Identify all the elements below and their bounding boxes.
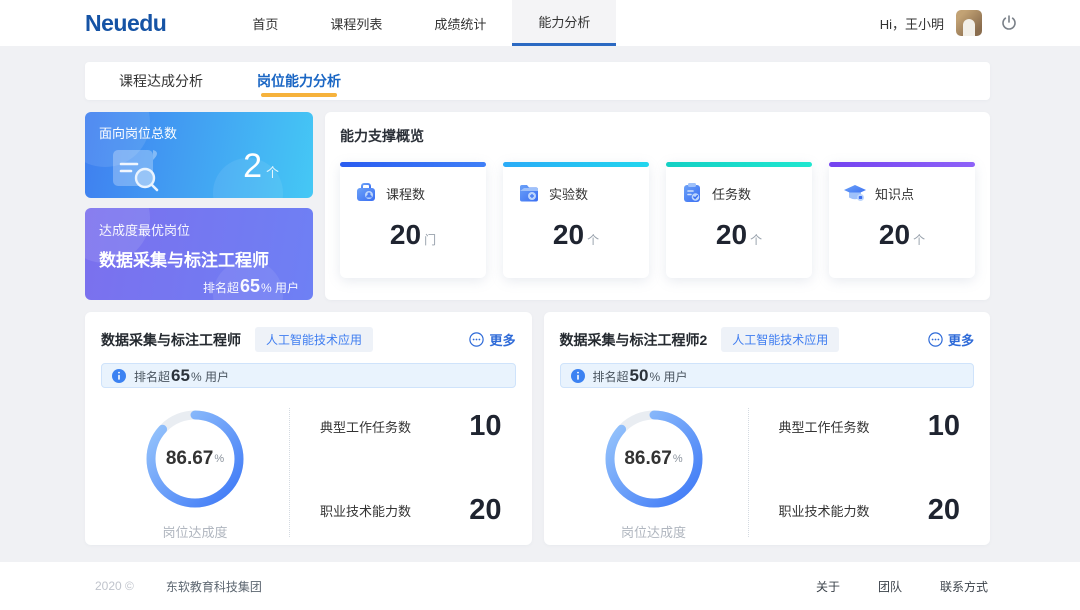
ellipsis-circle-icon <box>928 332 943 347</box>
tab-job-ability-analysis[interactable]: 岗位能力分析 <box>239 62 359 100</box>
company-name: 东软教育科技集团 <box>166 578 262 595</box>
main-nav: 首页 课程列表 成绩统计 能力分析 <box>226 0 616 46</box>
nav-item-grades[interactable]: 成绩统计 <box>408 0 512 46</box>
experiment-icon <box>517 181 541 205</box>
job-panel-2: 数据采集与标注工程师2 人工智能技术应用 更多 <box>544 312 991 545</box>
info-icon <box>112 369 126 383</box>
footer-link-team[interactable]: 团队 <box>878 578 902 595</box>
page-footer: 2020 © 东软教育科技集团 关于 团队 联系方式 <box>0 562 1080 610</box>
task-icon <box>680 181 704 205</box>
metric-row-skills: 职业技术能力数 20 <box>779 494 961 527</box>
course-icon <box>354 181 378 205</box>
best-job-card: 达成度最优岗位 数据采集与标注工程师 排名超65% 用户 <box>85 208 313 300</box>
rank-banner: 排名超50% 用户 <box>560 363 975 388</box>
achievement-label: 岗位达成度 <box>560 522 748 541</box>
jobs-total-value: 2 <box>243 147 262 185</box>
metric-row-tasks: 典型工作任务数 10 <box>320 410 502 443</box>
logout-power-icon[interactable] <box>998 12 1020 34</box>
jobs-total-title: 面向岗位总数 <box>99 123 299 142</box>
info-icon <box>571 369 585 383</box>
tab-course-analysis[interactable]: 课程达成分析 <box>101 62 221 100</box>
rank-text: 排名超50% 用户 <box>593 366 688 386</box>
nav-item-home[interactable]: 首页 <box>226 0 304 46</box>
job-title: 数据采集与标注工程师2 <box>560 330 708 350</box>
best-job-title: 达成度最优岗位 <box>99 220 299 239</box>
jobs-total-unit: 个 <box>266 165 279 180</box>
stat-value: 20 <box>879 219 910 250</box>
job-panel-1: 数据采集与标注工程师 人工智能技术应用 更多 <box>85 312 532 545</box>
job-tag[interactable]: 人工智能技术应用 <box>721 327 839 352</box>
more-button[interactable]: 更多 <box>928 330 974 349</box>
brand-logo[interactable]: Neuedu <box>85 10 166 37</box>
stat-label: 课程数 <box>386 184 425 203</box>
jobs-total-card: 面向岗位总数 2个 <box>85 112 313 198</box>
stat-unit: 个 <box>750 233 762 247</box>
best-job-rank: 排名超65% 用户 <box>99 276 299 297</box>
user-avatar[interactable] <box>956 10 982 36</box>
document-search-icon <box>107 142 171 194</box>
rank-banner: 排名超65% 用户 <box>101 363 516 388</box>
knowledge-icon <box>843 181 867 205</box>
best-job-rank-value: 65 <box>240 276 260 296</box>
achievement-percent: 86.67 <box>166 448 214 470</box>
rank-value: 50 <box>630 366 649 385</box>
stat-unit: 门 <box>424 233 436 247</box>
nav-item-courses[interactable]: 课程列表 <box>304 0 408 46</box>
stat-label: 实验数 <box>549 184 588 203</box>
stat-label: 任务数 <box>712 184 751 203</box>
achievement-percent: 86.67 <box>624 448 672 470</box>
stat-card-experiments: 实验数 20个 <box>503 162 649 278</box>
stat-card-tasks: 任务数 20个 <box>666 162 812 278</box>
stat-label: 知识点 <box>875 184 914 203</box>
main-area: 课程达成分析 岗位能力分析 面向岗位总数 <box>0 46 1080 562</box>
stat-value: 20 <box>390 219 421 250</box>
stat-unit: 个 <box>913 233 925 247</box>
overview-title: 能力支撑概览 <box>340 126 975 146</box>
stat-card-knowledge: 知识点 20个 <box>829 162 975 278</box>
copyright: 2020 © <box>95 579 134 593</box>
analysis-tabbar: 课程达成分析 岗位能力分析 <box>85 62 990 100</box>
job-title: 数据采集与标注工程师 <box>101 330 241 350</box>
user-greeting: Hi，王小明 <box>880 14 944 33</box>
achievement-label: 岗位达成度 <box>101 522 289 541</box>
metric-row-tasks: 典型工作任务数 10 <box>779 410 961 443</box>
user-area: Hi，王小明 <box>880 0 1020 46</box>
metric-row-skills: 职业技术能力数 20 <box>320 494 502 527</box>
stat-card-courses: 课程数 20门 <box>340 162 486 278</box>
stat-unit: 个 <box>587 233 599 247</box>
footer-link-contact[interactable]: 联系方式 <box>940 578 988 595</box>
rank-text: 排名超65% 用户 <box>134 366 229 386</box>
best-job-name: 数据采集与标注工程师 <box>99 246 299 271</box>
nav-item-ability[interactable]: 能力分析 <box>512 0 616 46</box>
ability-support-overview-panel: 能力支撑概览 <box>325 112 990 300</box>
rank-value: 65 <box>171 366 190 385</box>
achievement-donut: 86.67% 岗位达成度 <box>560 404 748 541</box>
job-tag[interactable]: 人工智能技术应用 <box>255 327 373 352</box>
stat-value: 20 <box>716 219 747 250</box>
top-navbar: Neuedu 首页 课程列表 成绩统计 能力分析 Hi，王小明 <box>0 0 1080 46</box>
achievement-donut: 86.67% 岗位达成度 <box>101 404 289 541</box>
footer-link-about[interactable]: 关于 <box>816 578 840 595</box>
more-button[interactable]: 更多 <box>469 330 515 349</box>
ellipsis-circle-icon <box>469 332 484 347</box>
dashboard-page: Neuedu 首页 课程列表 成绩统计 能力分析 Hi，王小明 课程达成分析 岗… <box>0 0 1080 610</box>
stat-value: 20 <box>553 219 584 250</box>
